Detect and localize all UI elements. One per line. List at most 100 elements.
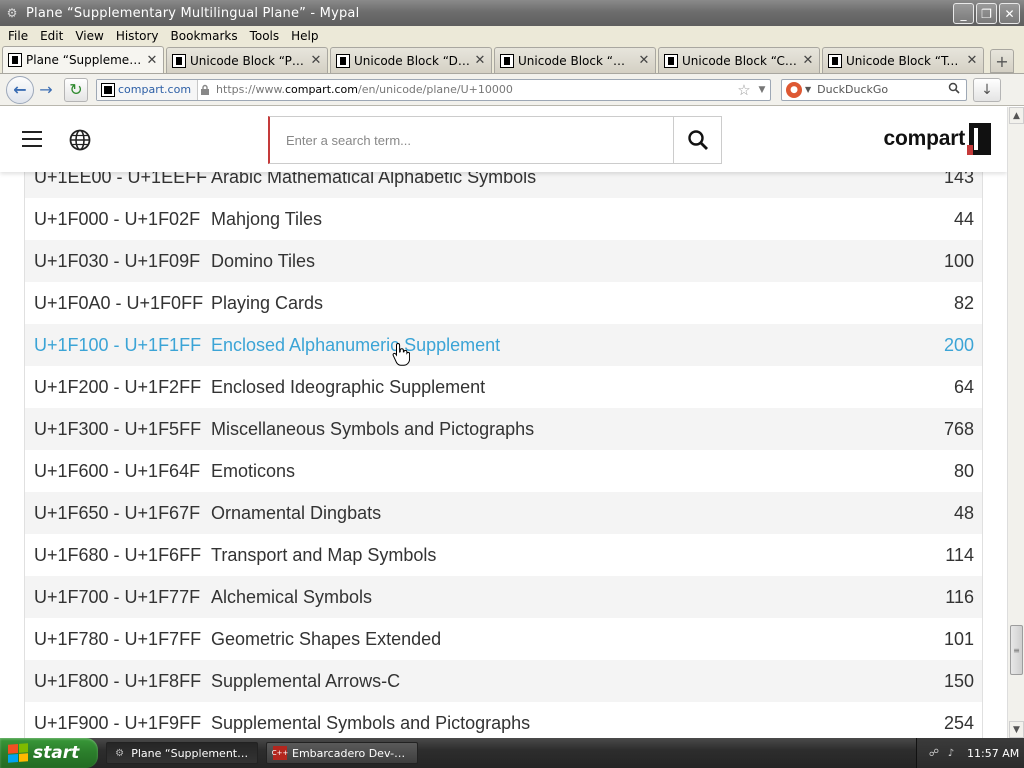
url-dropdown-icon[interactable]: ▼ (754, 85, 770, 95)
block-range-link[interactable]: U+1F0A0 - U+1F0FF (25, 293, 211, 314)
minimize-button[interactable]: _ (953, 3, 974, 24)
downloads-icon[interactable]: ↓ (973, 77, 1001, 102)
block-name-link[interactable]: Supplemental Symbols and Pictographs (211, 713, 882, 734)
taskbar-item-devcpp[interactable]: C++ Embarcadero Dev-C++ (266, 742, 418, 764)
tab-playing-cards[interactable]: Unicode Block “Playing ... ✕ (166, 47, 328, 73)
window-titlebar: ⚙ Plane “Supplementary Multilingual Plan… (0, 0, 1024, 26)
menu-tools[interactable]: Tools (244, 29, 286, 43)
block-name-link[interactable]: Playing Cards (211, 293, 882, 314)
menu-file[interactable]: File (2, 29, 34, 43)
table-row[interactable]: U+1F030 - U+1F09F Domino Tiles 100 (25, 240, 982, 282)
restore-button[interactable]: ❐ (976, 3, 997, 24)
table-row[interactable]: U+1F800 - U+1F8FF Supplemental Arrows-C 15… (25, 660, 982, 702)
table-row[interactable]: U+1F900 - U+1F9FF Supplemental Symbols an… (25, 702, 982, 738)
url-text[interactable]: https://www.compart.com/en/unicode/plane… (212, 83, 734, 96)
tab-mahjong[interactable]: Unicode Block “Mahjon... ✕ (494, 47, 656, 73)
close-window-button[interactable]: ✕ (999, 3, 1020, 24)
network-icon[interactable]: ☍ (927, 746, 941, 760)
search-magnifier-icon[interactable] (948, 82, 966, 97)
block-name-link[interactable]: Emoticons (211, 461, 882, 482)
start-button[interactable]: start (0, 738, 98, 768)
block-name-link[interactable]: Transport and Map Symbols (211, 545, 882, 566)
table-row[interactable]: U+1F300 - U+1F5FF Miscellaneous Symbols a… (25, 408, 982, 450)
block-range-link[interactable]: U+1F680 - U+1F6FF (25, 545, 211, 566)
search-engine-bar[interactable]: ● ▼ DuckDuckGo (781, 78, 967, 101)
tab-label: Plane “Supplementary ... (26, 53, 143, 67)
block-range-link[interactable]: U+1F700 - U+1F77F (25, 587, 211, 608)
url-bar[interactable]: compart.com https://www.compart.com/en/u… (96, 78, 771, 101)
table-row[interactable]: U+1F600 - U+1F64F Emoticons 80 (25, 450, 982, 492)
block-range-link[interactable]: U+1F650 - U+1F67F (25, 503, 211, 524)
tab-plane-supplementary[interactable]: Plane “Supplementary ... ✕ (2, 46, 164, 73)
menu-bookmarks[interactable]: Bookmarks (165, 29, 244, 43)
block-name-link[interactable]: Ornamental Dingbats (211, 503, 882, 524)
taskbar-item-mypal[interactable]: ⚙ Plane “Supplementar... (106, 742, 258, 764)
site-identity-button[interactable]: compart.com (97, 79, 199, 100)
table-row[interactable]: U+1F100 - U+1F1FF Enclosed Alphanumeric S… (25, 324, 982, 366)
back-button[interactable]: ← (6, 75, 34, 104)
scroll-down-arrow-icon[interactable]: ▼ (1009, 721, 1024, 738)
logo-text: compart (883, 127, 966, 150)
menu-view[interactable]: View (69, 29, 109, 43)
block-range-link[interactable]: U+1F100 - U+1F1FF (25, 335, 211, 356)
block-range-link[interactable]: U+1F300 - U+1F5FF (25, 419, 211, 440)
clock[interactable]: 11:57 AM (967, 747, 1019, 760)
table-row[interactable]: U+1F700 - U+1F77F Alchemical Symbols 116 (25, 576, 982, 618)
tab-close-icon[interactable]: ✕ (638, 53, 650, 68)
site-search-button[interactable] (673, 117, 721, 163)
block-char-count: 64 (953, 376, 974, 397)
block-name-link[interactable]: Alchemical Symbols (211, 587, 882, 608)
volume-icon[interactable]: ♪ (944, 746, 958, 760)
tab-domino[interactable]: Unicode Block “Domino ... ✕ (330, 47, 492, 73)
table-row[interactable]: U+1F680 - U+1F6FF Transport and Map Symbo… (25, 534, 982, 576)
table-row[interactable]: U+1F0A0 - U+1F0FF Playing Cards 82 (25, 282, 982, 324)
compart-favicon (336, 53, 350, 68)
block-name-link[interactable]: Mahjong Tiles (211, 209, 882, 230)
windows-taskbar: start ⚙ Plane “Supplementar... C++ Embar… (0, 738, 1024, 768)
menu-history[interactable]: History (110, 29, 165, 43)
scrollbar-thumb[interactable]: ≡ (1010, 625, 1023, 675)
tab-close-icon[interactable]: ✕ (146, 53, 158, 68)
block-name-link[interactable]: Supplemental Arrows-C (211, 671, 882, 692)
block-name-link[interactable]: Domino Tiles (211, 251, 882, 272)
tab-close-icon[interactable]: ✕ (474, 53, 486, 68)
globe-language-icon[interactable] (69, 129, 91, 151)
block-range-link[interactable]: U+1F200 - U+1F2FF (25, 377, 211, 398)
block-range-link[interactable]: U+1F900 - U+1F9FF (25, 713, 211, 734)
engine-dropdown-icon[interactable]: ▼ (805, 85, 811, 94)
table-row[interactable]: U+1F780 - U+1F7FF Geometric Shapes Extend… (25, 618, 982, 660)
table-row[interactable]: U+1F000 - U+1F02F Mahjong Tiles 44 (25, 198, 982, 240)
tab-label: Unicode Block “Countin... (682, 53, 799, 68)
block-range-link[interactable]: U+1F800 - U+1F8FF (25, 671, 211, 692)
block-range-link[interactable]: U+1F780 - U+1F7FF (25, 629, 211, 650)
site-search-input[interactable]: Enter a search term... (270, 117, 673, 163)
block-range-link[interactable]: U+1F000 - U+1F02F (25, 209, 211, 230)
tab-label: Unicode Block “Domino ... (354, 53, 471, 68)
tab-counting[interactable]: Unicode Block “Countin... ✕ (658, 47, 820, 73)
block-name-link[interactable]: Enclosed Ideographic Supplement (211, 377, 882, 398)
tab-close-icon[interactable]: ✕ (966, 53, 978, 68)
block-char-count: 254 (943, 712, 974, 733)
table-row[interactable]: U+1F200 - U+1F2FF Enclosed Ideographic Su… (25, 366, 982, 408)
block-range-link[interactable]: U+1F600 - U+1F64F (25, 461, 211, 482)
block-name-link[interactable]: Geometric Shapes Extended (211, 629, 882, 650)
table-row[interactable]: U+1F650 - U+1F67F Ornamental Dingbats 48 (25, 492, 982, 534)
bookmark-star-icon[interactable]: ☆ (734, 81, 754, 99)
block-range-link[interactable]: U+1F030 - U+1F09F (25, 251, 211, 272)
duckduckgo-icon[interactable]: ● (786, 81, 802, 98)
forward-button[interactable]: → (34, 78, 58, 102)
block-name-link[interactable]: Enclosed Alphanumeric Supplement (211, 335, 882, 356)
tab-tai-xuan[interactable]: Unicode Block “Tai Xua... ✕ (822, 47, 984, 73)
scroll-up-arrow-icon[interactable]: ▲ (1009, 107, 1024, 124)
vertical-scrollbar[interactable]: ▲ ≡ ▼ (1007, 107, 1024, 738)
block-name-link[interactable]: Miscellaneous Symbols and Pictographs (211, 419, 882, 440)
hamburger-menu-icon[interactable] (22, 131, 42, 147)
compart-logo[interactable]: compart (884, 123, 991, 155)
menu-edit[interactable]: Edit (34, 29, 69, 43)
search-engine-placeholder[interactable]: DuckDuckGo (817, 83, 948, 96)
new-tab-button[interactable]: + (990, 49, 1014, 73)
tab-close-icon[interactable]: ✕ (310, 53, 322, 68)
reload-button[interactable]: ↻ (64, 77, 88, 102)
menu-help[interactable]: Help (285, 29, 324, 43)
tab-close-icon[interactable]: ✕ (802, 53, 814, 68)
